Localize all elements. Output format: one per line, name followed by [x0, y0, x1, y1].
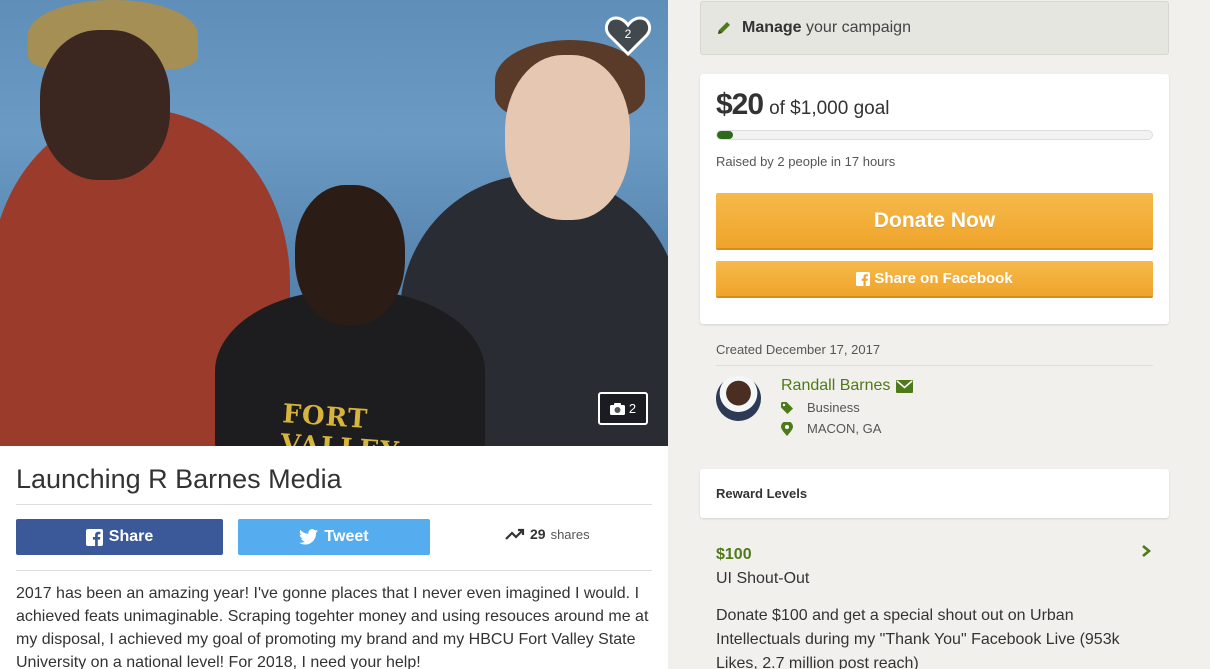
twitter-share-label: Tweet	[324, 528, 369, 545]
organizer-category: Business	[781, 400, 860, 415]
organizer-name: Randall Barnes	[781, 377, 891, 394]
photo-count-value: 2	[628, 401, 637, 416]
twitter-share-button[interactable]: Tweet	[238, 519, 430, 555]
reward-amount: $100	[716, 546, 752, 563]
campaign-title: Launching R Barnes Media	[16, 464, 342, 494]
campaign-story: 2017 has been an amazing year! I've gonn…	[16, 585, 649, 669]
shares-counter: 29 shares	[505, 526, 590, 542]
reward-title: UI Shout-Out	[716, 570, 810, 587]
manage-campaign-link[interactable]: Manage your campaign	[700, 1, 1169, 55]
map-pin-icon	[781, 421, 793, 436]
tag-icon	[781, 401, 793, 414]
facebook-icon	[85, 528, 103, 546]
camera-icon	[609, 402, 625, 415]
manage-text: Manage your campaign	[742, 19, 911, 37]
share-on-facebook-label: Share on Facebook	[874, 270, 1013, 287]
trending-icon	[505, 528, 525, 540]
pencil-icon	[718, 22, 730, 34]
organizer-avatar[interactable]	[716, 376, 761, 421]
photo-gallery-button[interactable]: 2	[598, 392, 648, 425]
organizer-location: MACON, GA	[781, 421, 881, 436]
organizer-name-link[interactable]: Randall Barnes	[781, 377, 914, 395]
person-right-head	[505, 55, 630, 220]
shares-word: shares	[550, 526, 590, 542]
reward-levels-header: Reward Levels	[700, 469, 1169, 518]
donate-now-button[interactable]: Donate Now	[716, 193, 1153, 250]
facebook-share-label: Share	[108, 528, 154, 545]
twitter-icon	[299, 529, 319, 545]
category-text: Business	[807, 400, 860, 415]
shares-number: 29	[530, 526, 546, 542]
reward-item[interactable]: $100 UI Shout-Out Donate $100 and get a …	[700, 530, 1169, 669]
favorite-button[interactable]: 2	[604, 15, 652, 57]
facebook-share-button[interactable]: Share	[16, 519, 223, 555]
progress-bar	[716, 130, 1153, 140]
person-center-head	[295, 185, 405, 325]
raised-amount: $20	[716, 88, 764, 121]
envelope-icon[interactable]	[896, 379, 914, 393]
divider	[16, 504, 652, 505]
progress-bar-fill	[717, 131, 733, 139]
goal-amount: of $1,000 goal	[769, 98, 890, 119]
divider	[16, 570, 652, 571]
chevron-right-icon[interactable]	[1140, 544, 1152, 558]
divider	[716, 365, 1153, 366]
goal-summary: $20 of $1,000 goal	[716, 88, 890, 122]
location-text: MACON, GA	[807, 421, 882, 436]
manage-bold: Manage	[742, 19, 802, 36]
manage-rest: your campaign	[806, 19, 911, 36]
campaign-details-panel: Launching R Barnes Media Share Tweet 29 …	[0, 446, 668, 669]
favorite-count: 2	[624, 27, 632, 41]
person-left-head	[40, 30, 170, 180]
reward-description: Donate $100 and get a special shout out …	[716, 607, 1120, 669]
raised-by-text: Raised by 2 people in 17 hours	[716, 154, 896, 169]
campaign-hero-image[interactable]: FORT VALLEY STATE 2 2	[0, 0, 668, 446]
created-date: Created December 17, 2017	[716, 342, 881, 357]
share-on-facebook-button[interactable]: Share on Facebook	[716, 261, 1153, 298]
facebook-icon	[856, 271, 871, 286]
fundraising-goal-card: $20 of $1,000 goal Raised by 2 people in…	[700, 74, 1169, 324]
